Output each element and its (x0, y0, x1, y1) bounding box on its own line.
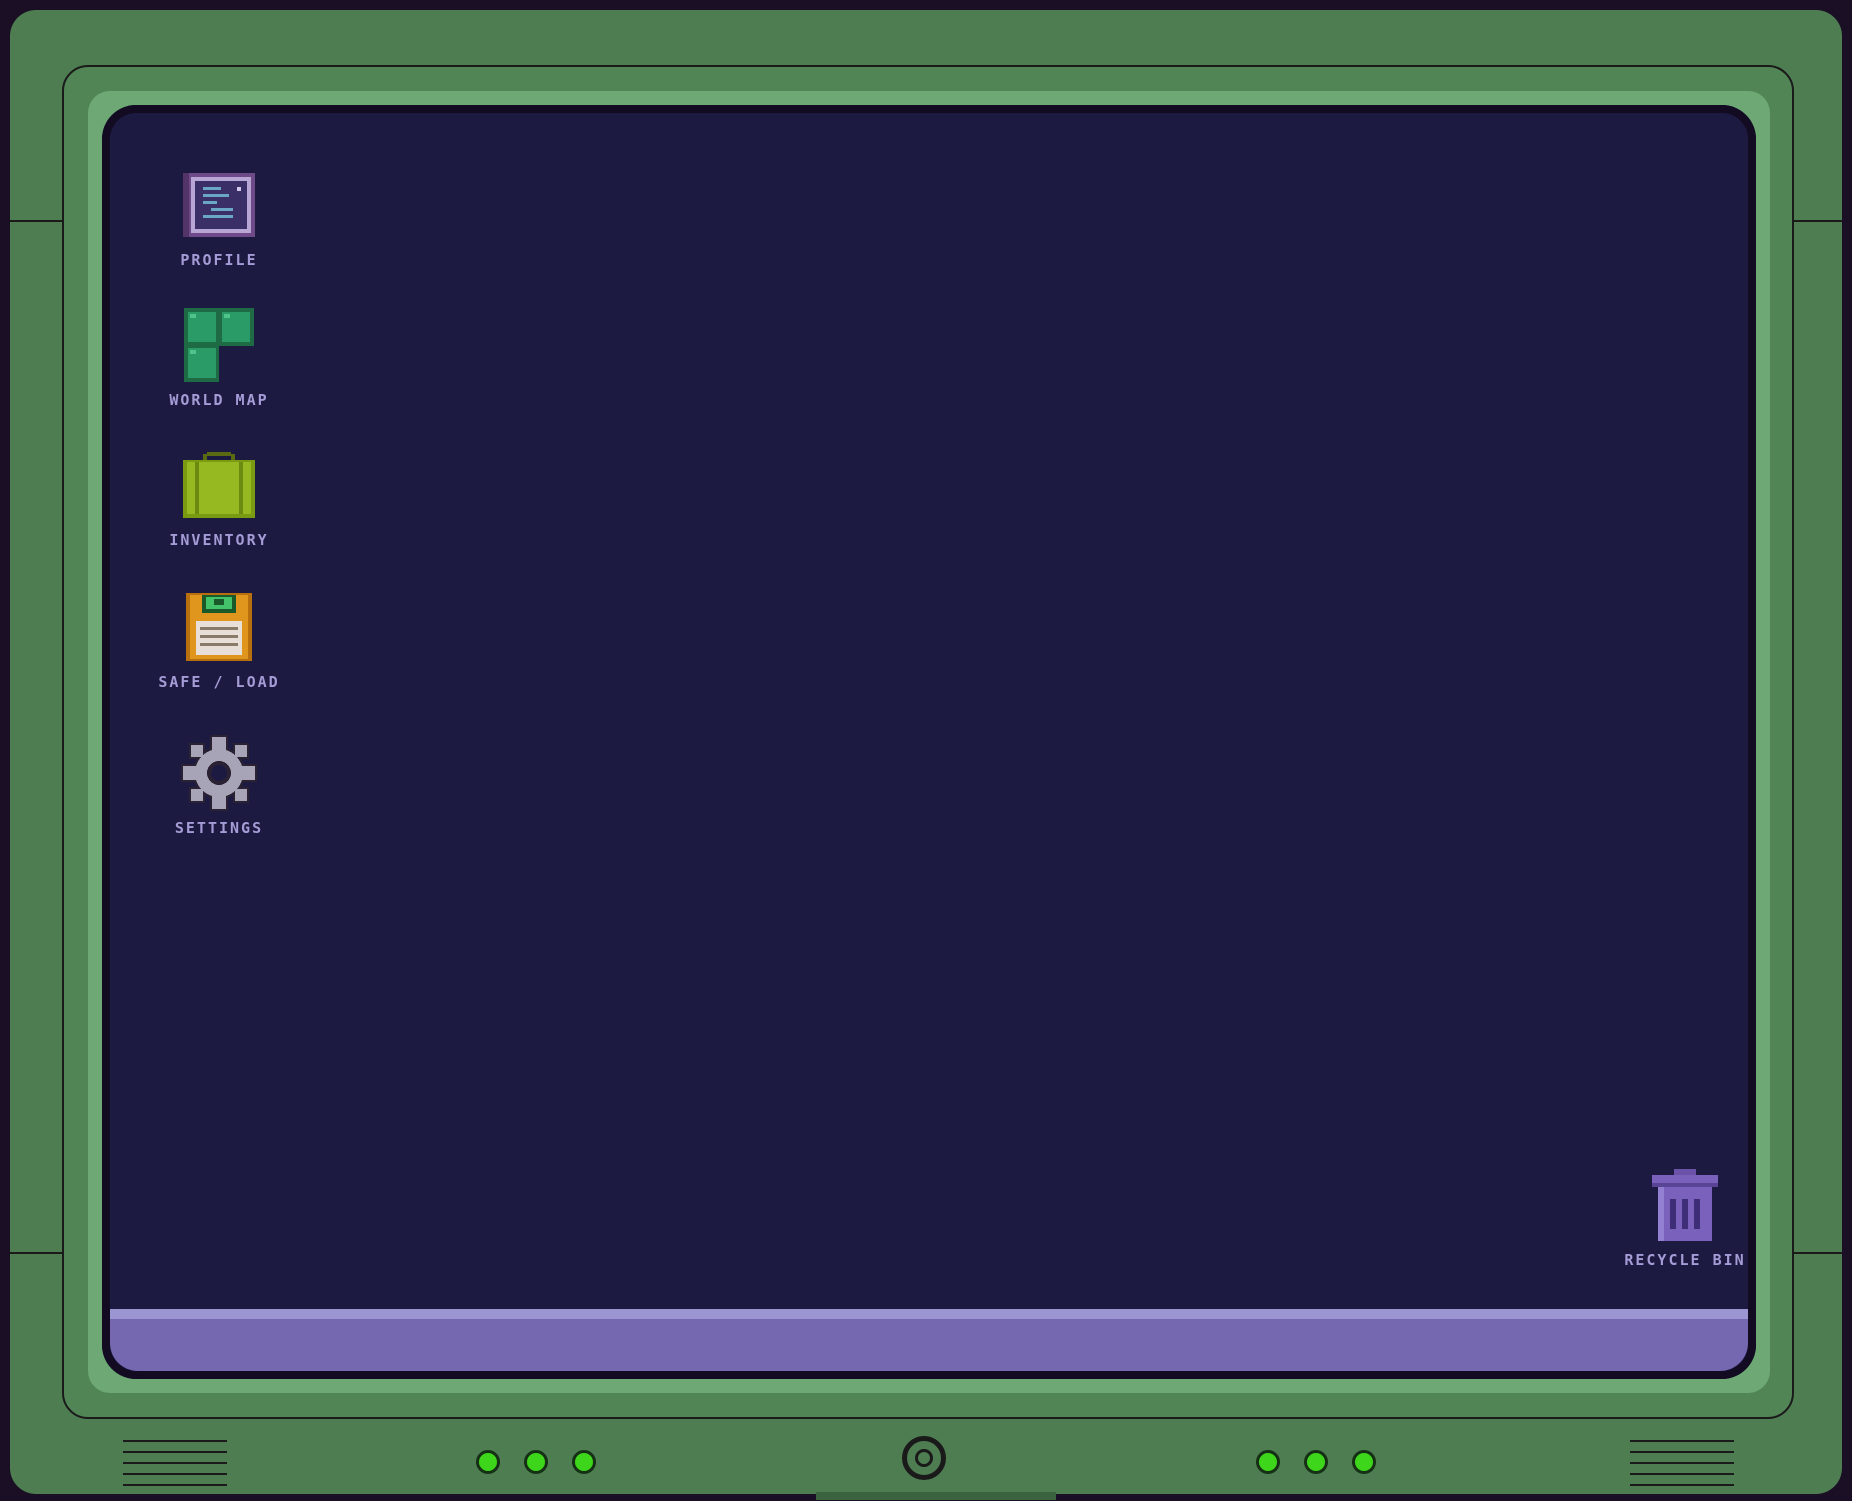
profile-document-icon (179, 165, 259, 245)
speaker-vent-left (123, 1440, 227, 1495)
taskbar[interactable] (110, 1309, 1748, 1371)
status-led (524, 1450, 548, 1474)
desktop-icon-settings[interactable]: SETTINGS (154, 733, 284, 837)
status-led (1304, 1450, 1328, 1474)
gear-icon (179, 733, 259, 813)
icon-label: SAFE / LOAD (158, 673, 280, 691)
bezel-inner-frame: PROFILE WORLD MAP INVENTORY SAFE / LOAD … (88, 91, 1770, 1393)
monitor-controls (10, 1428, 1842, 1488)
desktop-icon-recycle-bin[interactable]: RECYCLE BIN (1624, 1165, 1746, 1269)
desktop-screen: PROFILE WORLD MAP INVENTORY SAFE / LOAD … (102, 105, 1756, 1379)
desktop-icon-world-map[interactable]: WORLD MAP (154, 305, 284, 409)
desktop-icon-profile[interactable]: PROFILE (154, 165, 284, 269)
status-led (476, 1450, 500, 1474)
power-button-icon[interactable] (902, 1436, 946, 1480)
icon-label: SETTINGS (174, 819, 264, 837)
crt-monitor: PROFILE WORLD MAP INVENTORY SAFE / LOAD … (10, 10, 1842, 1500)
monitor-stand (816, 1492, 1056, 1500)
desktop-icon-inventory[interactable]: INVENTORY (154, 445, 284, 549)
desktop-icon-safe-load[interactable]: SAFE / LOAD (154, 587, 284, 691)
speaker-vent-right (1630, 1440, 1734, 1495)
power-button-center (915, 1449, 933, 1467)
status-led (1256, 1450, 1280, 1474)
icon-label: RECYCLE BIN (1624, 1251, 1746, 1269)
icon-label: INVENTORY (169, 531, 269, 549)
briefcase-icon (179, 445, 259, 525)
world-map-icon (179, 305, 259, 385)
status-led (572, 1450, 596, 1474)
icon-label: PROFILE (180, 251, 258, 269)
left-side-panel (10, 220, 64, 1254)
floppy-disk-icon (179, 587, 259, 667)
status-led (1352, 1450, 1376, 1474)
right-side-panel (1788, 220, 1842, 1254)
trash-can-icon (1645, 1165, 1725, 1245)
monitor-bezel: PROFILE WORLD MAP INVENTORY SAFE / LOAD … (62, 65, 1794, 1419)
icon-label: WORLD MAP (169, 391, 269, 409)
